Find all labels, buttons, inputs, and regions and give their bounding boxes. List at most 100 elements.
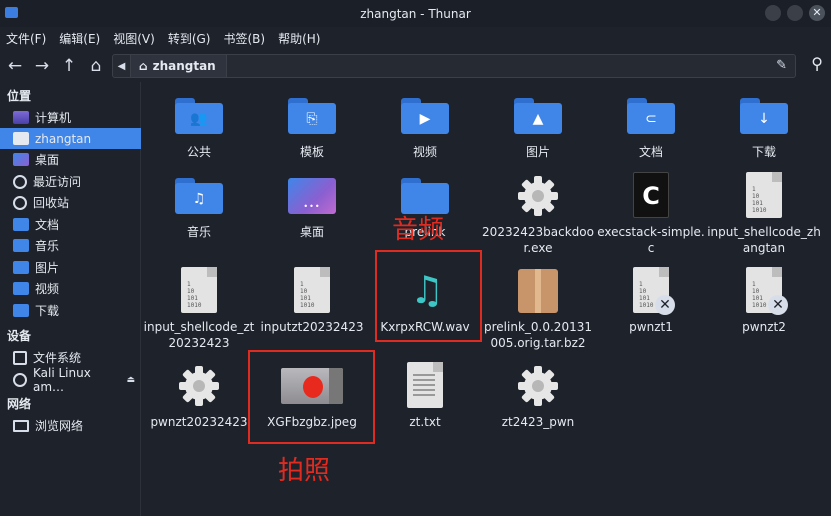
file-item[interactable]: 1 10 101 1010 input_shellcode_zt20232423 bbox=[142, 267, 256, 351]
eject-icon[interactable]: ⏏ bbox=[126, 375, 135, 385]
file-item[interactable]: 👥 公共 bbox=[142, 92, 256, 160]
file-label: 模板 bbox=[299, 145, 324, 159]
file-label: execstack-simple.c bbox=[597, 225, 705, 255]
folder-icon: ♫ bbox=[175, 178, 223, 214]
file-label: 文档 bbox=[638, 145, 663, 159]
sidebar-item-label: 下载 bbox=[35, 304, 60, 318]
file-label: input_shellcode_zt20232423 bbox=[143, 320, 255, 350]
folder-icon bbox=[13, 282, 29, 295]
up-arrow-icon[interactable]: ↑ bbox=[57, 54, 81, 78]
menu-edit[interactable]: 编辑(E) bbox=[59, 30, 100, 47]
broken-link-icon: ✕ bbox=[655, 295, 675, 315]
sidebar-heading-devices: 设备 bbox=[7, 329, 32, 343]
folder-icon: ⊂ bbox=[627, 98, 675, 134]
sidebar-item-browse-network[interactable]: 浏览网络 bbox=[0, 415, 141, 436]
window-title: zhangtan - Thunar bbox=[360, 6, 471, 21]
file-label: zt.txt bbox=[409, 415, 441, 429]
sidebar-item-label: 桌面 bbox=[35, 153, 60, 167]
file-item[interactable]: 20232423backdoor.exe bbox=[481, 172, 595, 256]
file-label: 下载 bbox=[751, 145, 776, 159]
location-bar[interactable]: ◀ ⌂ zhangtan ✎ bbox=[112, 54, 796, 78]
file-item[interactable]: ⎘ 模板 bbox=[255, 92, 369, 160]
back-arrow-icon[interactable]: ← bbox=[3, 54, 27, 78]
sidebar-item-pictures[interactable]: 图片 bbox=[0, 257, 141, 278]
sidebar-item-label: 文档 bbox=[35, 218, 60, 232]
sidebar-item-desktop[interactable]: 桌面 bbox=[0, 149, 141, 170]
sidebar-item-trash[interactable]: 回收站 bbox=[0, 192, 141, 213]
file-item[interactable]: ↓ 下载 bbox=[707, 92, 821, 160]
file-item[interactable]: ♫ 音乐 bbox=[142, 172, 256, 240]
sidebar-item-kali[interactable]: Kali Linux am… ⏏ bbox=[0, 366, 141, 394]
file-label: pwnzt2 bbox=[742, 320, 786, 334]
sidebar-item-label: Kali Linux am… bbox=[33, 365, 91, 394]
folder-icon bbox=[13, 218, 29, 231]
file-item[interactable]: 1 10 101 1010 input_shellcode_zhangtan bbox=[707, 172, 821, 256]
computer-icon bbox=[13, 111, 29, 124]
folder-icon: ⎘ bbox=[288, 98, 336, 134]
sidebar-item-music[interactable]: 音乐 bbox=[0, 235, 141, 256]
app-icon bbox=[5, 7, 18, 18]
sidebar-item-label: 音乐 bbox=[35, 239, 60, 253]
file-label: 20232423backdoor.exe bbox=[482, 225, 594, 255]
minimize-button[interactable] bbox=[765, 5, 781, 21]
gear-icon bbox=[518, 366, 558, 406]
breadcrumb[interactable]: ⌂ zhangtan bbox=[131, 55, 227, 77]
file-item[interactable]: 1 10 101 1010 ✕ pwnzt2 bbox=[707, 267, 821, 335]
menu-go[interactable]: 转到(G) bbox=[168, 30, 211, 47]
binary-file-icon: 1 10 101 1010 bbox=[294, 267, 330, 313]
file-item[interactable]: C execstack-simple.c bbox=[594, 172, 708, 256]
file-label: 音乐 bbox=[186, 225, 211, 239]
file-item[interactable]: ▲ 图片 bbox=[481, 92, 595, 160]
binary-file-icon: 1 10 101 1010 ✕ bbox=[633, 267, 675, 315]
menu-file[interactable]: 文件(F) bbox=[6, 30, 46, 47]
sidebar-item-label: 回收站 bbox=[33, 196, 70, 210]
sidebar-heading-places: 位置 bbox=[7, 89, 32, 103]
network-icon bbox=[13, 419, 29, 432]
sidebar: 位置 计算机 zhangtan 桌面 最近访问 回收站 文档 音乐 图片 视频 … bbox=[0, 82, 141, 516]
sidebar-item-computer[interactable]: 计算机 bbox=[0, 107, 141, 128]
menu-bookmarks[interactable]: 书签(B) bbox=[223, 30, 265, 47]
file-item[interactable]: ⊂ 文档 bbox=[594, 92, 708, 160]
close-button[interactable]: ✕ bbox=[809, 5, 825, 21]
file-label: 视频 bbox=[412, 145, 437, 159]
file-label: inputzt20232423 bbox=[260, 320, 364, 334]
file-item[interactable]: pwnzt20232423 bbox=[142, 362, 256, 430]
text-file-icon bbox=[407, 362, 443, 408]
archive-icon bbox=[518, 269, 558, 313]
maximize-button[interactable] bbox=[787, 5, 803, 21]
c-source-icon: C bbox=[633, 172, 669, 218]
file-item[interactable]: 1 10 101 1010 inputzt20232423 bbox=[255, 267, 369, 335]
file-label: pwnzt1 bbox=[629, 320, 673, 334]
home-icon: ⌂ bbox=[139, 59, 148, 73]
sidebar-item-downloads[interactable]: 下载 bbox=[0, 300, 141, 321]
binary-file-icon: 1 10 101 1010 bbox=[181, 267, 217, 313]
pencil-icon[interactable]: ✎ bbox=[776, 58, 787, 73]
menu-view[interactable]: 视图(V) bbox=[113, 30, 155, 47]
gear-icon bbox=[179, 366, 219, 406]
file-grid: 👥 公共 ⎘ 模板 ▶ 视频 ▲ 图片 ⊂ 文档 ↓ 下载 ♫ 音乐 ••• 桌… bbox=[142, 82, 831, 516]
file-item[interactable]: ••• 桌面 bbox=[255, 172, 369, 240]
sidebar-item-label: 文件系统 bbox=[33, 351, 82, 365]
forward-arrow-icon[interactable]: → bbox=[30, 54, 54, 78]
home-icon bbox=[13, 132, 29, 145]
title-bar: zhangtan - Thunar ✕ bbox=[0, 0, 831, 27]
home-icon[interactable]: ⌂ bbox=[84, 54, 108, 78]
file-label: pwnzt20232423 bbox=[150, 415, 248, 429]
menu-help[interactable]: 帮助(H) bbox=[278, 30, 320, 47]
file-item[interactable]: zt2423_pwn bbox=[481, 362, 595, 430]
sidebar-item-recent[interactable]: 最近访问 bbox=[0, 171, 141, 192]
annotation-photo-label: 拍照 bbox=[278, 456, 331, 486]
sidebar-item-videos[interactable]: 视频 bbox=[0, 278, 141, 299]
file-item[interactable]: zt.txt bbox=[368, 362, 482, 430]
gear-icon bbox=[518, 176, 558, 216]
disc-icon bbox=[13, 372, 27, 387]
file-item[interactable]: prelink_0.0.20131005.orig.tar.bz2 bbox=[481, 267, 595, 351]
sidebar-item-documents[interactable]: 文档 bbox=[0, 214, 141, 235]
search-icon[interactable]: ⚲ bbox=[811, 54, 823, 73]
file-item[interactable]: 1 10 101 1010 ✕ pwnzt1 bbox=[594, 267, 708, 335]
folder-icon: ▲ bbox=[514, 98, 562, 134]
file-item[interactable]: ▶ 视频 bbox=[368, 92, 482, 160]
file-label: prelink_0.0.20131005.orig.tar.bz2 bbox=[484, 320, 592, 350]
sidebar-item-home[interactable]: zhangtan bbox=[0, 128, 141, 149]
chevron-left-icon[interactable]: ◀ bbox=[113, 55, 131, 77]
